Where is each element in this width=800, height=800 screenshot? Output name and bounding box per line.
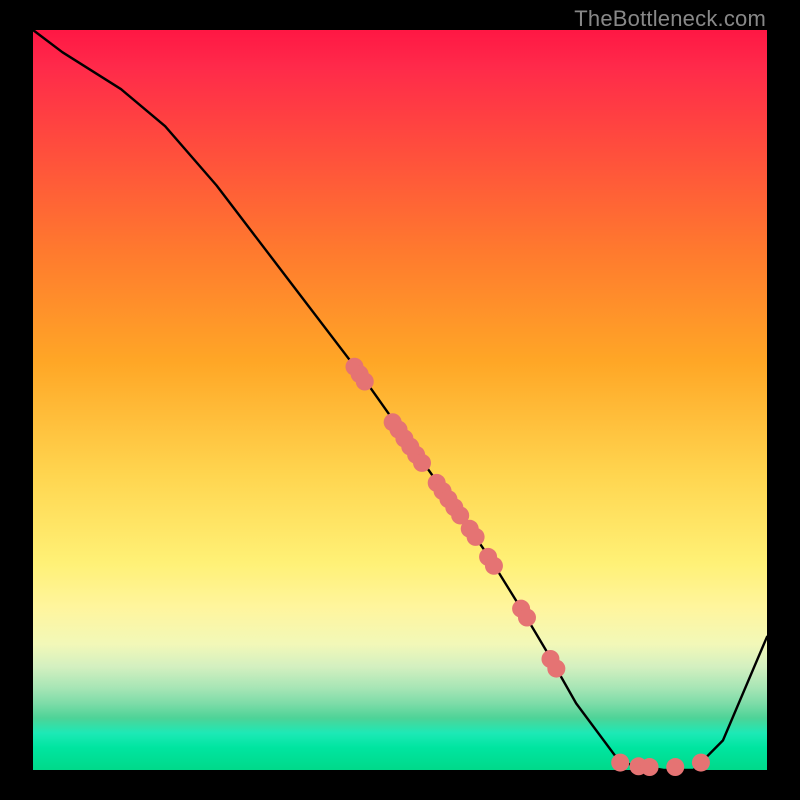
highlight-point [641,758,659,776]
chart-plot-area [33,30,767,770]
highlight-point [547,660,565,678]
highlight-point [356,373,374,391]
highlight-point [666,758,684,776]
bottleneck-curve-line [33,30,767,770]
chart-svg [33,30,767,770]
highlight-point [518,609,536,627]
highlight-point [485,557,503,575]
highlight-point [413,454,431,472]
watermark-text: TheBottleneck.com [574,6,766,32]
highlight-point [611,754,629,772]
highlight-point [692,754,710,772]
highlight-point [467,528,485,546]
highlight-points-group [345,358,709,776]
